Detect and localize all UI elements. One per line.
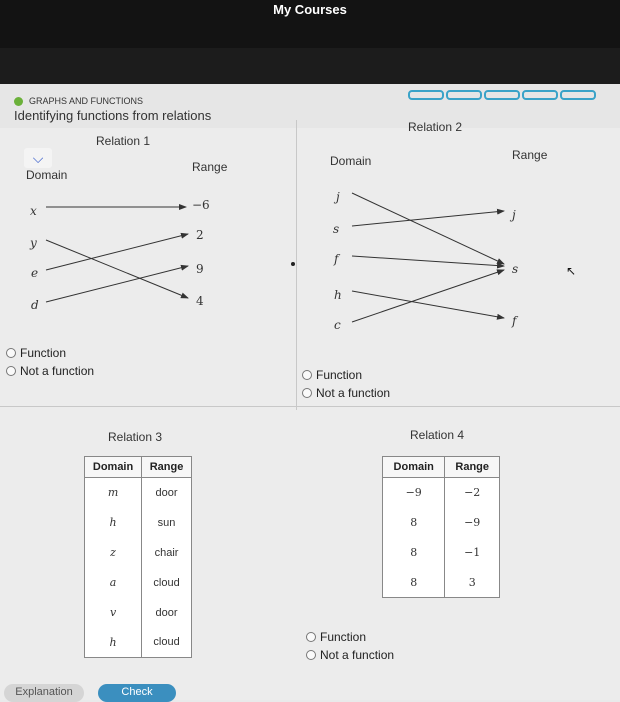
column-header: Domain [83, 456, 143, 478]
relation3-table: Domain Range m door h sun z chair a cloud vd… [83, 456, 192, 658]
radio-circle-icon [302, 370, 312, 380]
table-row: 83 [381, 567, 500, 598]
relation1-arrow [45, 264, 189, 303]
radio-label: Function [320, 630, 367, 644]
relation1-arrow [45, 232, 189, 271]
range-cell: door [141, 597, 192, 628]
domain-cell: v [83, 597, 143, 628]
domain-cell: 8 [381, 507, 446, 538]
domain-cell: h [83, 627, 143, 658]
domain-cell: 8 [381, 537, 446, 568]
column-header: Domain [381, 456, 446, 478]
range-cell: sun [141, 507, 192, 538]
table-row: h sun [83, 507, 192, 538]
range-cell: −1 [444, 537, 500, 568]
table-row: a cloud [83, 567, 192, 598]
domain-cell: a [83, 567, 143, 598]
relation3-title: Relation 3 [108, 430, 163, 444]
domain-cell: 8 [381, 567, 446, 598]
table-row: v door [83, 597, 192, 628]
table-row: 8 −1 [381, 537, 500, 568]
range-cell: cloud [141, 567, 192, 598]
radio-circle-icon [302, 388, 312, 398]
range-cell: door [141, 477, 192, 508]
range-cell: −2 [444, 477, 500, 508]
column-header: Range [141, 456, 192, 478]
radio-circle-icon [306, 650, 316, 660]
table-row: z chair [83, 537, 192, 568]
range-cell: −9 [444, 507, 500, 538]
explanation-button[interactable]: Explanation [4, 684, 84, 702]
relation1-arrow [45, 239, 189, 299]
range-cell: cloud [141, 627, 192, 658]
table-row: m door [83, 477, 192, 508]
range-cell: 3 [444, 567, 500, 598]
radio-circle-icon [6, 348, 16, 358]
relation2-not-function-radio[interactable]: Not a function [302, 386, 390, 400]
domain-cell: m [83, 477, 143, 508]
relation1-not-function-radio[interactable]: Not a function [6, 364, 94, 378]
relation2-arrow [351, 192, 505, 265]
domain-cell: −9 [381, 477, 446, 508]
radio-label: Not a function [320, 648, 395, 662]
table-row: h cloud [83, 627, 192, 658]
radio-label: Function [316, 368, 363, 382]
bullet-mark [291, 262, 295, 266]
table-row: 8 −9 [381, 507, 500, 538]
relation4-table: Domain Range −9 −2 8 −9 8 −1 83 [381, 456, 500, 598]
relation4-function-radio[interactable]: Function [306, 630, 366, 644]
relation4-not-function-radio[interactable]: Not a function [306, 648, 394, 662]
radio-circle-icon [306, 632, 316, 642]
relation1-function-radio[interactable]: Function [6, 346, 66, 360]
domain-cell: h [83, 507, 143, 538]
radio-circle-icon [6, 366, 16, 376]
domain-cell: z [83, 537, 143, 568]
table-row: −9 −2 [381, 477, 500, 508]
radio-label: Not a function [316, 386, 391, 400]
column-header: Range [444, 456, 500, 478]
relation2-function-radio[interactable]: Function [302, 368, 362, 382]
radio-label: Function [20, 346, 67, 360]
cursor-arrow-icon: ↖ [566, 264, 577, 278]
range-cell: chair [141, 537, 192, 568]
relation2-arrow [351, 255, 505, 269]
relation4-title: Relation 4 [410, 428, 465, 442]
radio-label: Not a function [20, 364, 95, 378]
check-button[interactable]: Check [98, 684, 176, 702]
relation2-arrow [351, 208, 505, 227]
